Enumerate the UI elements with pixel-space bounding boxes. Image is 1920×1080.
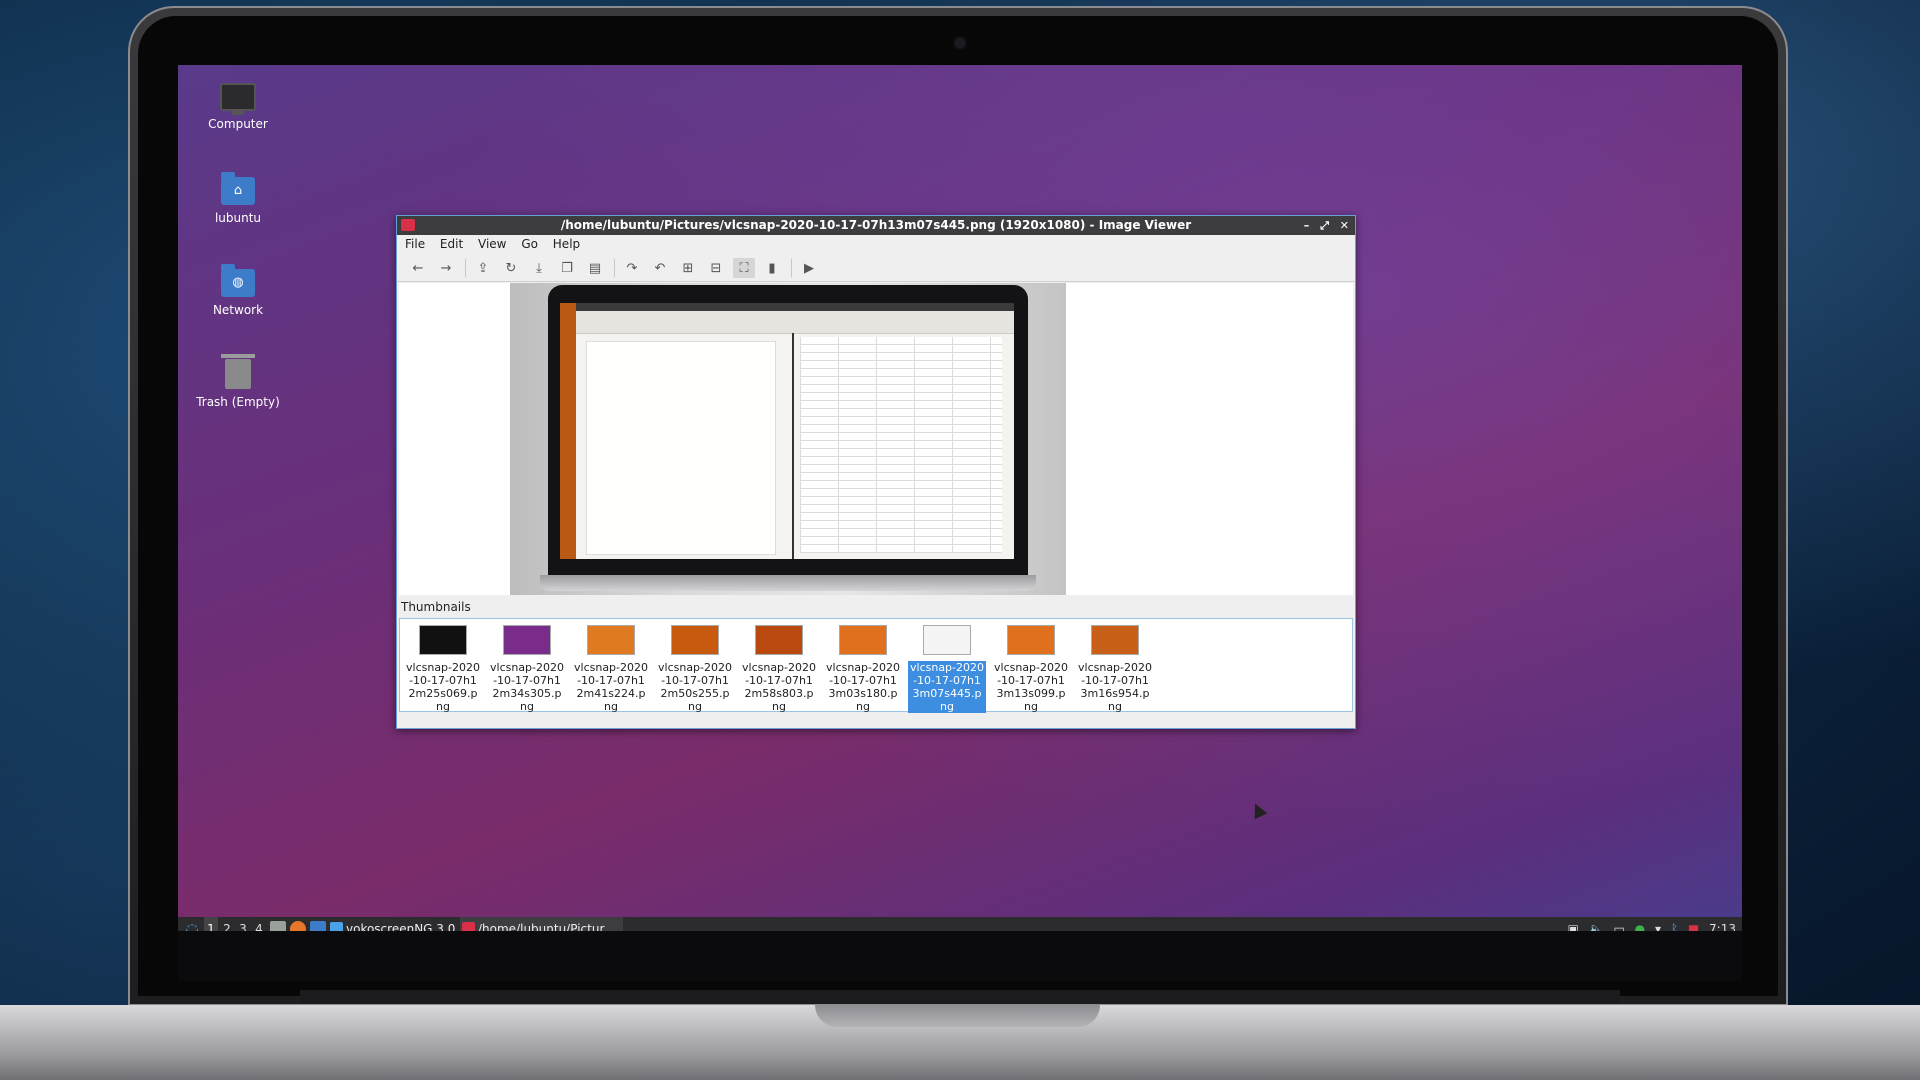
save-icon[interactable]: ⤓ (528, 258, 550, 278)
thumbnail-preview (1007, 625, 1055, 655)
back-icon[interactable]: ← (407, 258, 429, 278)
thumbnail-item[interactable]: vlcsnap-2020-10-17-07h12m25s069.png (404, 625, 482, 713)
menu-edit[interactable]: Edit (440, 235, 470, 251)
thumbnail-item[interactable]: vlcsnap-2020-10-17-07h13m03s180.png (824, 625, 902, 713)
paste-icon[interactable]: ▤ (584, 258, 606, 278)
desktop-icon-label: Network (212, 303, 264, 317)
copy-icon[interactable]: ❐ (556, 258, 578, 278)
open-icon[interactable]: ⇪ (472, 258, 494, 278)
window-titlebar[interactable]: /home/lubuntu/Pictures/vlcsnap-2020-10-1… (397, 216, 1355, 235)
image-viewer-window: /home/lubuntu/Pictures/vlcsnap-2020-10-1… (396, 215, 1356, 729)
thumbnail-preview (1091, 625, 1139, 655)
original-size-icon[interactable]: ▮ (761, 258, 783, 278)
thumbnail-item-selected[interactable]: vlcsnap-2020-10-17-07h13m07s445.png (908, 625, 986, 713)
zoom-out-icon[interactable]: ⊟ (705, 258, 727, 278)
menubar: File Edit View Go Help (397, 235, 1355, 255)
window-title: /home/lubuntu/Pictures/vlcsnap-2020-10-1… (560, 218, 1192, 232)
rotate-cw-icon[interactable]: ↷ (621, 258, 643, 278)
laptop-notch (815, 1005, 1100, 1027)
displayed-image (510, 283, 1066, 595)
desktop-icon-label: Computer (208, 117, 268, 131)
thumbnail-preview (419, 625, 467, 655)
thumbnails-label: Thumbnails (401, 600, 471, 614)
network-folder-icon: ◍ (221, 264, 255, 297)
minimize-button[interactable]: – (1304, 219, 1310, 232)
computer-icon (220, 83, 256, 115)
image-viewer-app-icon (401, 219, 415, 231)
menu-file[interactable]: File (405, 235, 432, 251)
image-canvas[interactable] (399, 283, 1353, 595)
thumbnail-preview (755, 625, 803, 655)
fit-icon[interactable]: ⛶ (733, 258, 755, 278)
image-content (560, 303, 1014, 559)
desktop-icon-trash[interactable]: Trash (Empty) (193, 354, 283, 409)
close-button[interactable]: ✕ (1340, 219, 1349, 232)
zoom-in-icon[interactable]: ⊞ (677, 258, 699, 278)
thumbnail-preview (923, 625, 971, 655)
desktop-icon-computer[interactable]: Computer (193, 83, 283, 131)
thumbnail-item[interactable]: vlcsnap-2020-10-17-07h12m34s305.png (488, 625, 566, 713)
rotate-ccw-icon[interactable]: ↶ (649, 258, 671, 278)
thumbnails-panel: vlcsnap-2020-10-17-07h12m25s069.png vlcs… (399, 618, 1353, 713)
webcam (955, 38, 965, 48)
desktop-screen: Computer ⌂ lubuntu ◍ Network Trash (Empt… (178, 65, 1742, 981)
thumbnail-item[interactable]: vlcsnap-2020-10-17-07h12m50s255.png (656, 625, 734, 713)
desktop-icon-label: lubuntu (214, 211, 262, 225)
laptop-hinge (300, 990, 1620, 1004)
thumbnail-item[interactable]: vlcsnap-2020-10-17-07h13m13s099.png (992, 625, 1070, 713)
menu-help[interactable]: Help (553, 235, 587, 251)
menu-go[interactable]: Go (521, 235, 545, 251)
thumbnail-preview (503, 625, 551, 655)
slideshow-icon[interactable]: ▶ (798, 258, 820, 278)
desktop-icon-network[interactable]: ◍ Network (193, 264, 283, 317)
desktop-icon-home[interactable]: ⌂ lubuntu (193, 172, 283, 225)
menu-view[interactable]: View (478, 235, 513, 251)
desktop-icon-label: Trash (Empty) (196, 395, 280, 409)
thumbnail-preview (671, 625, 719, 655)
thumbnail-item[interactable]: vlcsnap-2020-10-17-07h12m58s803.png (740, 625, 818, 713)
toolbar: ← → ⇪ ↻ ⤓ ❐ ▤ ↷ ↶ ⊞ ⊟ ⛶ ▮ ▶ (397, 255, 1355, 282)
trash-icon (221, 354, 255, 389)
thumbnail-preview (587, 625, 635, 655)
maximize-button[interactable]: ⤢ (1320, 219, 1329, 232)
reload-icon[interactable]: ↻ (500, 258, 522, 278)
thumbnail-item[interactable]: vlcsnap-2020-10-17-07h13m16s954.png (1076, 625, 1154, 713)
forward-icon[interactable]: → (435, 258, 457, 278)
thumbnail-item[interactable]: vlcsnap-2020-10-17-07h12m41s224.png (572, 625, 650, 713)
thumbnail-preview (839, 625, 887, 655)
home-folder-icon: ⌂ (221, 172, 255, 205)
